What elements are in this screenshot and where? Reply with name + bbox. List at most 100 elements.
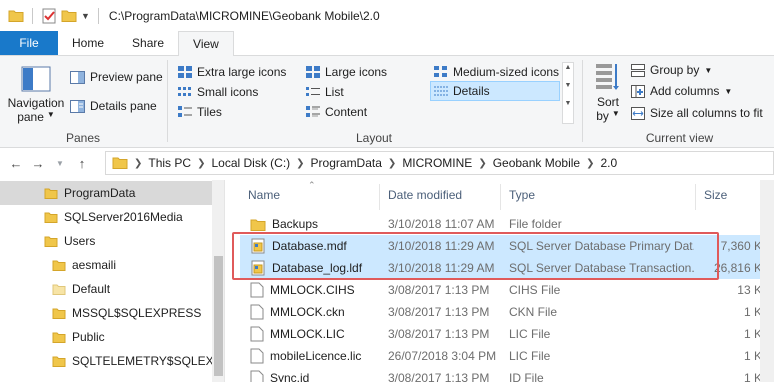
- file-list-scrollbar[interactable]: [760, 180, 774, 382]
- column-header-date[interactable]: Date modified: [388, 180, 462, 210]
- file-date: 3/10/2018 11:29 AM: [388, 261, 495, 275]
- breadcrumb-local-disk[interactable]: Local Disk (C:): [211, 156, 290, 170]
- tiles-option[interactable]: Tiles: [178, 105, 222, 119]
- size-all-columns-label: Size all columns to fit: [650, 106, 763, 120]
- small-icons-option[interactable]: Small icons: [178, 85, 258, 99]
- column-separator[interactable]: [500, 184, 501, 210]
- file-date: 3/08/2017 1:13 PM: [388, 305, 490, 319]
- sort-icon: [596, 64, 619, 90]
- sort-indicator-icon: ⌃: [308, 180, 316, 190]
- address-bar[interactable]: ❯ This PC ❯ Local Disk (C:) ❯ ProgramDat…: [105, 151, 774, 175]
- chevron-right-icon[interactable]: ❯: [296, 158, 304, 169]
- breadcrumb-this-pc[interactable]: This PC: [148, 156, 191, 170]
- nav-item-label: SQLServer2016Media: [64, 210, 183, 224]
- file-row-backups[interactable]: Backups 3/10/2018 11:07 AM File folder: [240, 213, 774, 235]
- qat-dropdown-icon[interactable]: ▼: [81, 11, 90, 21]
- content-option[interactable]: Content: [306, 105, 367, 119]
- file-row-sync-id[interactable]: Sync.id 3/08/2017 1:13 PM ID File 1 KB: [240, 367, 774, 382]
- breadcrumb-version[interactable]: 2.0: [600, 156, 617, 170]
- new-folder-icon[interactable]: [61, 9, 77, 23]
- column-separator[interactable]: [695, 184, 696, 210]
- tab-view[interactable]: View: [178, 31, 234, 57]
- nav-item-aesmaili[interactable]: aesmaili: [52, 253, 116, 277]
- chevron-right-icon[interactable]: ❯: [586, 158, 594, 169]
- file-row-mmlock-ckn[interactable]: MMLOCK.ckn 3/08/2017 1:13 PM CKN File 1 …: [240, 301, 774, 323]
- chevron-right-icon[interactable]: ❯: [388, 158, 396, 169]
- list-option[interactable]: List: [306, 85, 344, 99]
- medium-icons-option[interactable]: Medium-sized icons: [434, 65, 559, 79]
- panes-group: Navigation pane ▼ Preview pane Details p…: [0, 56, 166, 148]
- database-log-file-icon: [251, 260, 265, 276]
- chevron-right-icon[interactable]: ❯: [478, 158, 486, 169]
- tab-file[interactable]: File: [0, 31, 58, 55]
- column-header-type[interactable]: Type: [509, 180, 535, 210]
- column-header-size[interactable]: Size: [704, 180, 727, 210]
- small-icons-label: Small icons: [197, 85, 259, 99]
- recent-locations-icon[interactable]: ▼: [50, 159, 70, 168]
- up-arrow-icon[interactable]: ↑: [72, 156, 92, 171]
- file-name: Database.mdf: [272, 239, 347, 253]
- breadcrumb-micromine[interactable]: MICROMINE: [402, 156, 472, 170]
- column-separator[interactable]: [379, 184, 380, 210]
- properties-icon[interactable]: [41, 8, 57, 24]
- preview-pane-button[interactable]: Preview pane: [70, 70, 163, 84]
- file-icon: [250, 304, 264, 320]
- forward-arrow-icon[interactable]: →: [28, 156, 48, 171]
- file-row-database-mdf[interactable]: Database.mdf 3/10/2018 11:29 AM SQL Serv…: [240, 235, 774, 257]
- sort-by-label: Sort: [596, 95, 619, 109]
- large-icons-option[interactable]: Large icons: [306, 65, 387, 79]
- tab-home[interactable]: Home: [58, 31, 118, 55]
- chevron-down-icon: ▼: [724, 86, 733, 96]
- group-by-button[interactable]: Group by ▼: [631, 63, 712, 77]
- add-columns-label: Add columns: [650, 84, 720, 98]
- sort-by-button[interactable]: Sort by ▼: [591, 62, 625, 126]
- file-list-scrollbar-thumb[interactable]: [763, 180, 771, 220]
- chevron-right-icon[interactable]: ❯: [197, 158, 205, 169]
- size-all-columns-button[interactable]: Size all columns to fit: [631, 106, 763, 120]
- details-option[interactable]: Details: [430, 81, 560, 101]
- sort-by-label-2: by: [596, 109, 609, 123]
- address-row: ← → ▼ ↑ ❯ This PC ❯ Local Disk (C:) ❯ Pr…: [0, 148, 774, 179]
- toolbar-separator: [32, 7, 33, 24]
- preview-pane-label: Preview pane: [90, 70, 163, 84]
- chevron-right-icon[interactable]: ❯: [134, 158, 142, 169]
- scroll-up-icon[interactable]: ▲: [563, 63, 573, 73]
- add-columns-button[interactable]: Add columns ▼: [631, 84, 732, 98]
- file-type: SQL Server Database Primary Dat...: [509, 239, 694, 253]
- scroll-down-icon[interactable]: ▼: [563, 81, 573, 91]
- nav-item-mssql-sqlexpress[interactable]: MSSQL$SQLEXPRESS: [52, 301, 201, 325]
- file-type: LIC File: [509, 349, 551, 363]
- nav-scrollbar[interactable]: [212, 180, 224, 382]
- file-size: 1 KB: [743, 327, 770, 341]
- file-row-mobilelicence[interactable]: mobileLicence.lic 26/07/2018 3:04 PM LIC…: [240, 345, 774, 367]
- nav-item-sqlserver2016media[interactable]: SQLServer2016Media: [44, 205, 183, 229]
- file-row-mmlock-lic[interactable]: MMLOCK.LIC 3/08/2017 1:13 PM LIC File 1 …: [240, 323, 774, 345]
- breadcrumb-geobank-mobile[interactable]: Geobank Mobile: [493, 156, 580, 170]
- group-by-icon: [631, 63, 645, 77]
- file-row-database-log[interactable]: Database_log.ldf 3/10/2018 11:29 AM SQL …: [240, 257, 774, 279]
- column-header-name[interactable]: Name: [248, 180, 280, 210]
- back-arrow-icon[interactable]: ←: [6, 156, 26, 171]
- file-size: 7,360 KB: [720, 239, 770, 253]
- file-row-mmlock-cihs[interactable]: MMLOCK.CIHS 3/08/2017 1:13 PM CIHS File …: [240, 279, 774, 301]
- file-icon: [250, 282, 264, 298]
- navigation-pane-button[interactable]: Navigation pane ▼: [6, 64, 66, 128]
- nav-item-default[interactable]: Default: [52, 277, 110, 301]
- expand-icon[interactable]: ▼: [563, 99, 573, 109]
- nav-item-sqltelemetry[interactable]: SQLTELEMETRY$SQLEXPRE: [52, 349, 212, 373]
- nav-item-users[interactable]: Users: [44, 229, 95, 253]
- nav-item-programdata[interactable]: ProgramData: [0, 181, 212, 205]
- chevron-down-icon: ▼: [611, 109, 620, 118]
- current-view-group-label: Current view: [645, 131, 714, 145]
- nav-item-public[interactable]: Public: [52, 325, 105, 349]
- preview-pane-icon: [70, 70, 85, 84]
- tab-share[interactable]: Share: [118, 31, 178, 55]
- file-type: CKN File: [509, 305, 558, 319]
- layout-scroll[interactable]: ▲ ▼ ▼: [562, 62, 574, 124]
- extra-large-icons-option[interactable]: Extra large icons: [178, 65, 286, 79]
- details-pane-button[interactable]: Details pane: [70, 99, 157, 113]
- extra-large-icons-label: Extra large icons: [197, 65, 287, 79]
- layout-group: Extra large icons Small icons Tiles Larg…: [170, 56, 578, 148]
- nav-scrollbar-thumb[interactable]: [214, 256, 223, 376]
- breadcrumb-programdata[interactable]: ProgramData: [311, 156, 382, 170]
